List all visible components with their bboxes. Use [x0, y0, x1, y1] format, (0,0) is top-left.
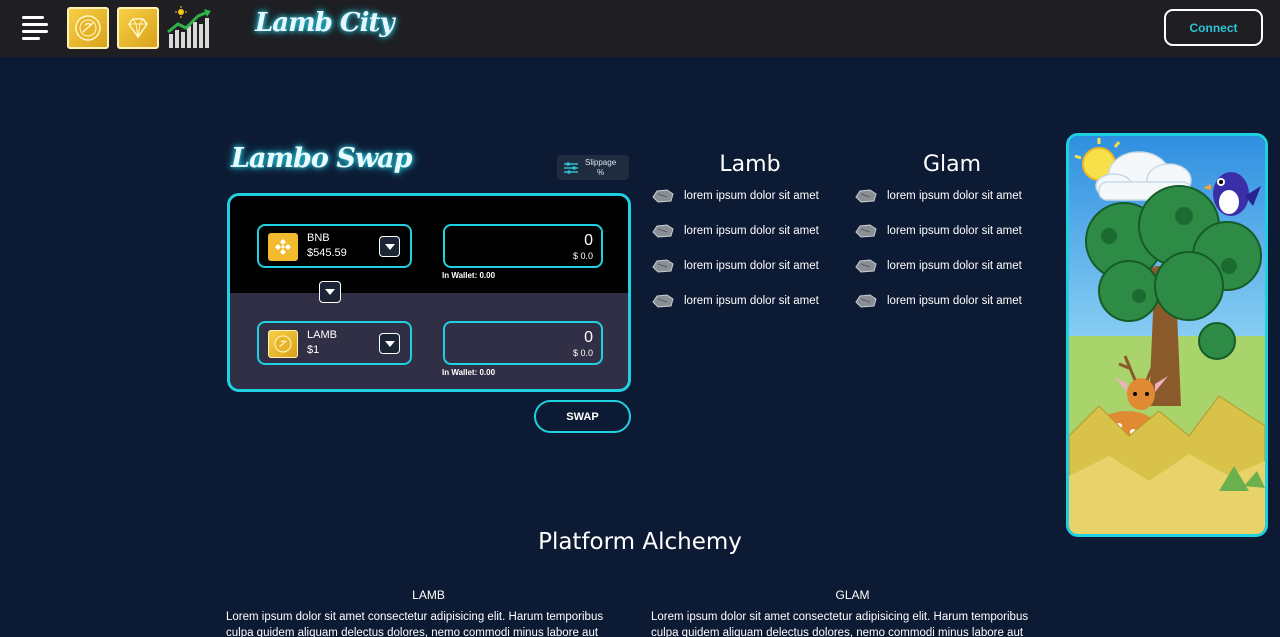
- bnb-icon: [268, 233, 298, 261]
- hamburger-menu-icon[interactable]: [22, 16, 48, 40]
- list-item: lorem ipsum dolor sit amet: [652, 294, 819, 308]
- from-token-symbol: BNB: [307, 232, 330, 244]
- from-wallet-balance: In Wallet: 0.00: [442, 271, 496, 280]
- swap-button[interactable]: SWAP: [534, 400, 631, 433]
- chevron-down-icon[interactable]: [379, 333, 400, 354]
- alchemy-lamb-title: LAMB: [412, 588, 445, 602]
- rock-icon: [652, 259, 674, 273]
- to-amount-input[interactable]: 0 $ 0.0: [443, 321, 603, 365]
- rock-icon: [652, 224, 674, 238]
- from-amount-value: 0: [584, 232, 593, 249]
- list-item: lorem ipsum dolor sit amet: [855, 189, 1022, 203]
- rock-icon: [652, 189, 674, 203]
- rock-icon: [855, 259, 877, 273]
- list-item: lorem ipsum dolor sit amet: [652, 224, 819, 238]
- list-item: lorem ipsum dolor sit amet: [855, 224, 1022, 238]
- to-amount-value: 0: [584, 329, 593, 346]
- alchemy-glam-text: Lorem ipsum dolor sit amet consectetur a…: [651, 611, 1029, 637]
- lamb-coin-icon: [268, 330, 298, 358]
- to-wallet-balance: In Wallet: 0.00: [442, 368, 496, 377]
- rock-icon: [652, 294, 674, 308]
- switch-direction-button[interactable]: [319, 281, 341, 303]
- slippage-settings-button[interactable]: Slippage %: [557, 155, 629, 180]
- lamb-coin-icon[interactable]: [67, 7, 109, 49]
- to-token-symbol: LAMB: [307, 329, 337, 341]
- swap-from-section: BNB $545.59 0 $ 0.0 In Wallet: 0.00: [230, 196, 628, 293]
- glam-column-title: Glam: [922, 152, 982, 177]
- chevron-down-icon[interactable]: [379, 236, 400, 257]
- connect-wallet-button[interactable]: Connect: [1164, 9, 1263, 46]
- from-token-selector[interactable]: BNB $545.59: [257, 224, 412, 268]
- list-item: lorem ipsum dolor sit amet: [652, 259, 819, 273]
- from-token-price: $545.59: [307, 247, 347, 259]
- swap-title: Lambo Swap: [231, 143, 412, 174]
- alchemy-lamb-text: Lorem ipsum dolor sit amet consectetur a…: [226, 611, 604, 637]
- from-amount-input[interactable]: 0 $ 0.0: [443, 224, 603, 268]
- rock-icon: [855, 224, 877, 238]
- slippage-label: Slippage %: [585, 157, 617, 177]
- sliders-icon: [564, 161, 578, 174]
- lamb-column-title: Lamb: [719, 152, 781, 177]
- from-amount-usd: $ 0.0: [572, 251, 593, 261]
- chart-growth-icon[interactable]: [166, 6, 212, 50]
- rock-icon: [855, 189, 877, 203]
- to-amount-usd: $ 0.0: [572, 348, 593, 358]
- rock-icon: [855, 294, 877, 308]
- to-token-selector[interactable]: LAMB $1: [257, 321, 412, 365]
- swap-card: BNB $545.59 0 $ 0.0 In Wallet: 0.00 LAMB…: [227, 193, 631, 392]
- alchemy-glam-title: GLAM: [835, 588, 870, 602]
- glam-gem-icon[interactable]: [117, 7, 159, 49]
- to-token-price: $1: [307, 344, 320, 356]
- forest-illustration: [1066, 133, 1268, 537]
- list-item: lorem ipsum dolor sit amet: [855, 259, 1022, 273]
- top-navbar: Lamb City Connect: [0, 0, 1280, 57]
- platform-alchemy-title: Platform Alchemy: [538, 529, 742, 555]
- brand-logo[interactable]: Lamb City: [255, 8, 395, 38]
- list-item: lorem ipsum dolor sit amet: [652, 189, 819, 203]
- list-item: lorem ipsum dolor sit amet: [855, 294, 1022, 308]
